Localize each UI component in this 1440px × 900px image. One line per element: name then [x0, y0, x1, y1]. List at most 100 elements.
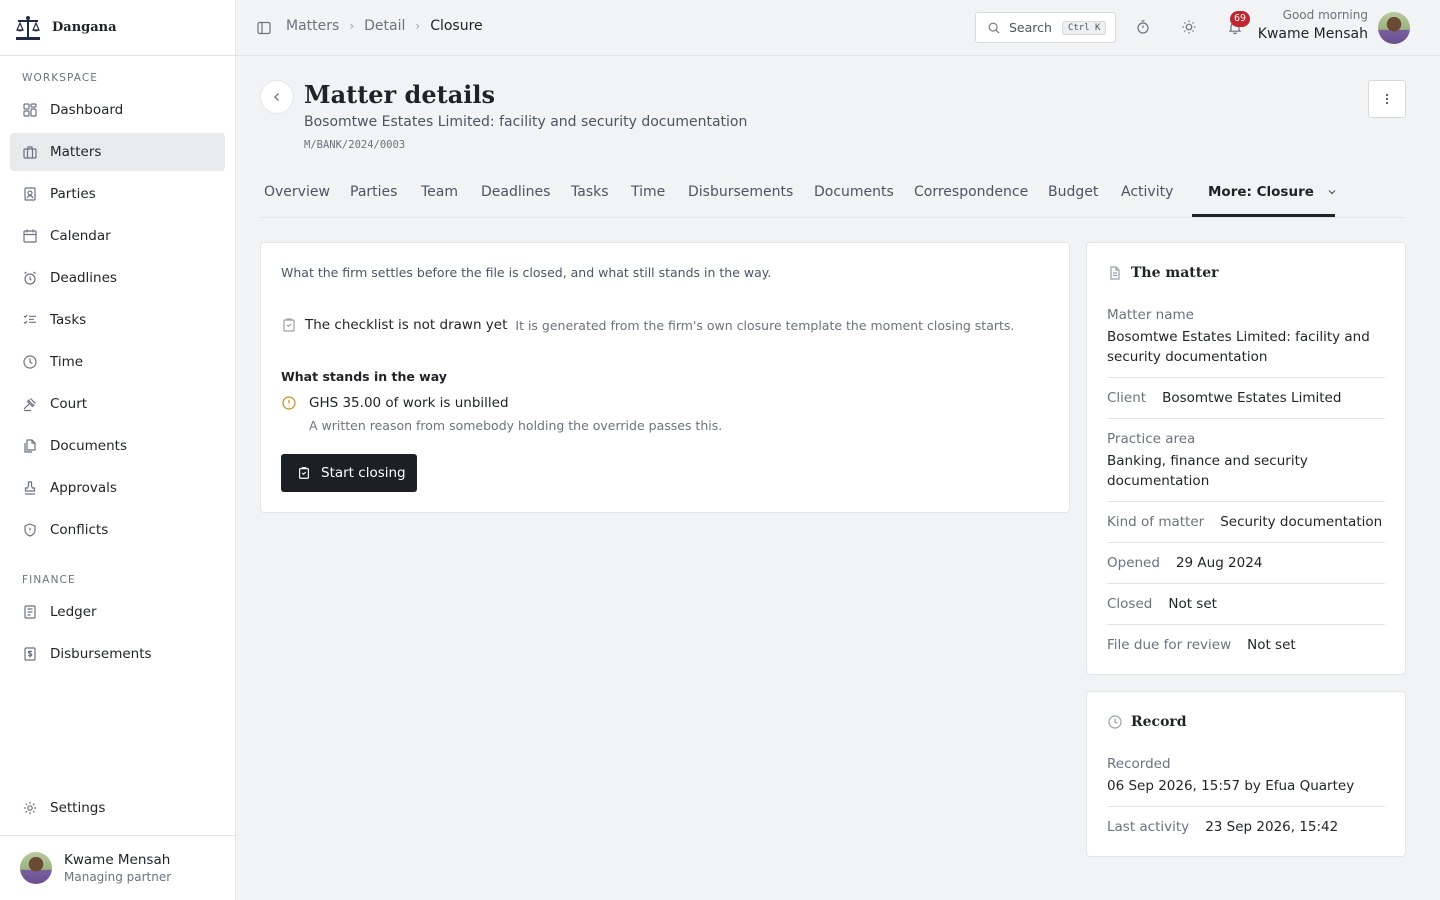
sidebar-item-settings[interactable]: Settings	[10, 789, 225, 827]
greeting-block: Good morning Kwame Mensah	[1258, 8, 1368, 42]
field-last-activity: Last activity 23 Sep 2026, 15:42	[1107, 817, 1385, 847]
topbar-user-name: Kwame Mensah	[1257, 26, 1368, 42]
sidebar-item-documents[interactable]: Documents	[10, 427, 225, 465]
field-review-due: File due for review Not set	[1107, 635, 1385, 665]
matter-fields: Matter name Bosomtwe Estates Limited: fa…	[1107, 305, 1385, 675]
record-fields: Recorded 06 Sep 2026, 15:57 by Efua Quar…	[1107, 754, 1385, 857]
field-label: Last activity	[1107, 819, 1190, 835]
kebab-menu-icon	[1385, 93, 1389, 105]
chevron-right-icon: ›	[349, 19, 355, 33]
sidebar-user[interactable]: Kwame Mensah Managing partner	[0, 835, 236, 900]
tab-deadlines[interactable]: Deadlines	[481, 184, 550, 200]
start-closing-button[interactable]: Start closing	[281, 454, 417, 492]
sidebar-item-time[interactable]: Time	[10, 343, 225, 381]
more-actions-button[interactable]	[1368, 80, 1406, 118]
chevron-left-icon	[274, 93, 279, 101]
tab-correspondence[interactable]: Correspondence	[914, 184, 1028, 200]
sidebar-item-ledger[interactable]: Ledger	[10, 593, 225, 631]
sidebar-item-court[interactable]: Court	[10, 385, 225, 423]
sidebar-item-matters[interactable]: Matters	[10, 133, 225, 171]
tab-budget[interactable]: Budget	[1048, 184, 1098, 200]
tab-team[interactable]: Team	[421, 184, 458, 200]
tab-tasks[interactable]: Tasks	[571, 184, 609, 200]
topbar: Matters › Detail › Closure Search Ctrl K…	[236, 0, 1440, 56]
sidebar-item-tasks[interactable]: Tasks	[10, 301, 225, 339]
document-icon	[1110, 266, 1120, 280]
matter-card-title: The matter	[1131, 265, 1219, 281]
page-title: Matter details	[304, 80, 495, 109]
field-value: Not set	[1168, 596, 1217, 612]
field-label: Practice area	[1107, 431, 1196, 447]
field-label: Matter name	[1107, 307, 1194, 323]
tab-overview[interactable]: Overview	[264, 184, 330, 200]
tab-parties[interactable]: Parties	[350, 184, 397, 200]
field-label: File due for review	[1107, 637, 1232, 653]
sidebar-item-label: Calendar	[50, 228, 111, 244]
field-recorded: Recorded 06 Sep 2026, 15:57 by Efua Quar…	[1107, 754, 1385, 807]
brand[interactable]: Dangana	[0, 0, 235, 56]
field-matter-name: Matter name Bosomtwe Estates Limited: fa…	[1107, 305, 1385, 378]
field-value: Security documentation	[1220, 514, 1383, 530]
documents-icon	[22, 438, 38, 454]
sidebar-toggle-icon[interactable]	[256, 20, 272, 36]
tab-more-closure[interactable]: More: Closure	[1208, 184, 1337, 200]
tab-activity[interactable]: Activity	[1121, 184, 1173, 200]
blockers-heading: What stands in the way	[281, 369, 447, 384]
tab-documents[interactable]: Documents	[814, 184, 894, 200]
breadcrumb-closure: Closure	[430, 18, 483, 34]
field-practice-area: Practice area Banking, finance and secur…	[1107, 429, 1385, 502]
search-shortcut: Ctrl K	[1061, 20, 1107, 35]
field-value: Banking, finance and security documentat…	[1107, 453, 1308, 489]
sun-icon[interactable]	[1181, 19, 1197, 35]
sidebar-item-dashboard[interactable]: Dashboard	[10, 91, 225, 129]
field-closed: Closed Not set	[1107, 594, 1385, 625]
sidebar-item-disbursements[interactable]: Disbursements	[10, 635, 225, 673]
checklist-icon	[22, 312, 38, 328]
blocker-title: GHS 35.00 of work is unbilled	[309, 395, 509, 411]
receipt-icon	[22, 646, 38, 662]
sidebar-item-parties[interactable]: Parties	[10, 175, 225, 213]
breadcrumb-detail[interactable]: Detail	[364, 18, 405, 34]
avatar	[20, 852, 52, 884]
checklist-status: The checklist is not drawn yet It is gen…	[281, 317, 1014, 333]
field-label: Recorded	[1107, 756, 1171, 772]
search-button[interactable]: Search Ctrl K	[975, 12, 1116, 43]
sidebar-item-label: Deadlines	[50, 270, 117, 286]
field-value: 06 Sep 2026, 15:57 by Efua Quartey	[1107, 778, 1355, 794]
field-opened: Opened 29 Aug 2024	[1107, 553, 1385, 584]
field-client: Client Bosomtwe Estates Limited	[1107, 388, 1385, 419]
user-name: Kwame Mensah	[64, 852, 171, 868]
field-kind: Kind of matter Security documentation	[1107, 512, 1385, 543]
sidebar-item-label: Ledger	[50, 604, 97, 620]
sidebar-item-label: Conflicts	[50, 522, 109, 538]
matter-card-header: The matter	[1107, 265, 1218, 281]
alarm-clock-icon	[22, 270, 38, 286]
stamp-icon	[22, 480, 38, 496]
ledger-icon	[22, 604, 38, 620]
sidebar-item-calendar[interactable]: Calendar	[10, 217, 225, 255]
field-label: Opened	[1107, 555, 1160, 571]
tab-disbursements[interactable]: Disbursements	[688, 184, 793, 200]
avatar[interactable]	[1378, 12, 1410, 44]
brand-name: Dangana	[52, 20, 117, 35]
sidebar-item-label: Time	[50, 354, 84, 370]
checklist-title: The checklist is not drawn yet	[305, 317, 508, 333]
tab-time[interactable]: Time	[631, 184, 665, 200]
sidebar-item-label: Parties	[50, 186, 96, 202]
notifications-badge: 69	[1230, 11, 1251, 27]
back-button[interactable]	[260, 80, 294, 114]
checklist-description: It is generated from the firm's own clos…	[515, 317, 1015, 333]
sidebar-item-approvals[interactable]: Approvals	[10, 469, 225, 507]
field-value: Bosomtwe Estates Limited: facility and s…	[1107, 329, 1370, 365]
sidebar-item-deadlines[interactable]: Deadlines	[10, 259, 225, 297]
sidebar-item-label: Dashboard	[50, 102, 124, 118]
greeting: Good morning	[1282, 8, 1368, 22]
page-subtitle: Bosomtwe Estates Limited: facility and s…	[304, 114, 748, 130]
sidebar-item-conflicts[interactable]: Conflicts	[10, 511, 225, 549]
clipboard-icon	[299, 467, 309, 479]
dashboard-icon	[22, 102, 38, 118]
breadcrumb-matters[interactable]: Matters	[286, 18, 339, 34]
gear-icon	[22, 800, 38, 816]
timer-icon[interactable]	[1135, 19, 1151, 35]
nav-section-finance: FINANCE	[22, 574, 76, 586]
